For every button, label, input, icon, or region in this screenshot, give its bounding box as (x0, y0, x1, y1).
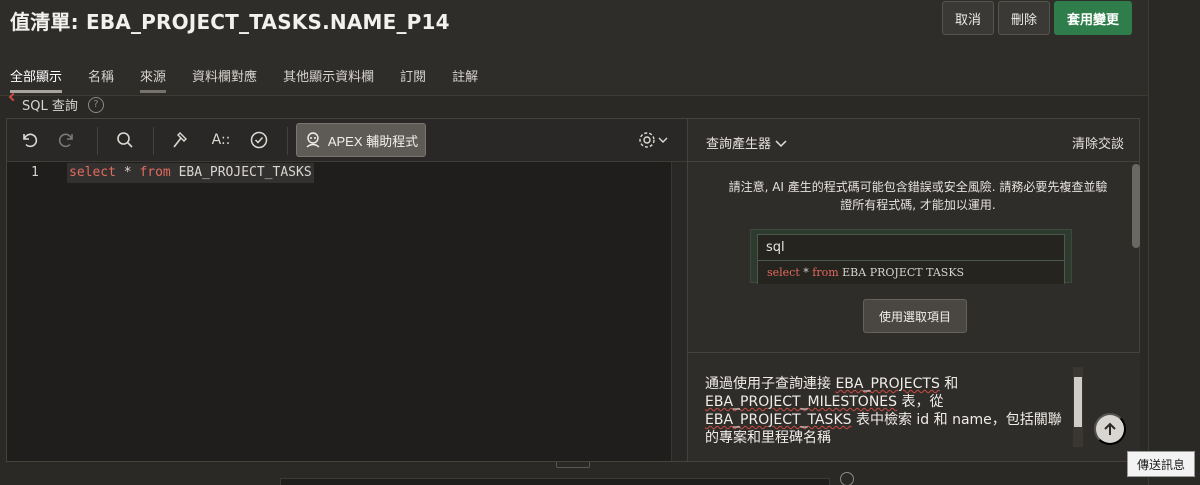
cancel-button[interactable]: 取消 (942, 1, 994, 35)
prompt-text: 表，從 (897, 394, 944, 410)
tab-comments[interactable]: 註解 (452, 66, 478, 93)
arrow-up-icon (1104, 422, 1116, 435)
apex-assistant-button[interactable]: APEX 輔助程式 (296, 123, 426, 157)
hammer-icon[interactable] (169, 128, 193, 152)
prompt-text: 和 (939, 376, 959, 392)
code-card-code[interactable]: select * from EBA PROJECT TASKS (767, 266, 964, 279)
editor-resize-handle[interactable] (556, 462, 590, 468)
section-tabs: 全部顯示 名稱 來源 資料欄對應 其他顯示資料欄 訂閱 註解 (10, 66, 504, 93)
prompt-text: EBA_PROJECTS (835, 376, 940, 392)
prompt-text: EBA_PROJECT_TASKS (705, 412, 852, 428)
redo-icon[interactable] (55, 128, 79, 152)
toolbar-divider (153, 127, 154, 155)
code-area[interactable]: 1 select * from EBA_PROJECT_TASKS (7, 162, 687, 461)
page-title: 值清單: EBA_PROJECT_TASKS.NAME_P14 (10, 10, 450, 34)
gear-icon[interactable] (635, 128, 671, 152)
chevron-down-icon (775, 139, 787, 147)
apex-assistant-label: APEX 輔助程式 (327, 133, 419, 149)
send-tooltip: 傳送訊息 (1127, 451, 1195, 477)
assistant-panel: 查詢產生器 清除交談 請注意, AI 產生的程式碼可能包含錯誤或安全風險. 請務… (687, 119, 1140, 461)
bottom-field (280, 478, 830, 485)
editor-toolbar: A:: APEX 輔助程式 (7, 119, 687, 162)
send-message-button[interactable] (1094, 413, 1126, 445)
prompt-text: EBA_PROJECT_MILESTONES (705, 394, 898, 410)
undo-icon[interactable] (17, 128, 41, 152)
assistant-icon (306, 132, 320, 148)
use-selection-button[interactable]: 使用選取項目 (863, 299, 967, 333)
code-text: * (799, 266, 813, 279)
code-card-title: sql (758, 235, 1064, 261)
tab-subscription[interactable]: 訂閱 (400, 66, 426, 93)
search-icon[interactable] (113, 128, 137, 152)
ai-warning-text: 請注意, AI 產生的程式碼可能包含錯誤或安全風險. 請務必要先複查並驗證所有程… (728, 180, 1108, 212)
tab-additional-display-columns[interactable]: 其他顯示資料欄 (283, 66, 374, 93)
right-side-strip (1148, 0, 1200, 485)
prompt-text: 通過使用子查詢連接 (705, 376, 836, 392)
prompt-area: 通過使用子查詢連接 EBA_PROJECTS 和 EBA_PROJECT_MIL… (688, 353, 1140, 461)
assistant-header: 查詢產生器 清除交談 (688, 119, 1140, 162)
text-format-icon[interactable]: A:: (209, 128, 233, 152)
code-text: EBA_PROJECT_TASKS (170, 165, 312, 180)
sql-query-label: SQL 查詢 (22, 99, 78, 114)
delete-button[interactable]: 刪除 (998, 1, 1050, 35)
toolbar-divider (97, 127, 98, 155)
apply-changes-button[interactable]: 套用變更 (1054, 1, 1132, 35)
code-card-inner: sql select * from EBA PROJECT TASKS (757, 234, 1065, 284)
question-circle-icon[interactable]: ? (87, 96, 104, 113)
sql-query-label-row: SQL 查詢 ? (10, 95, 104, 114)
tab-column-mapping[interactable]: 資料欄對應 (192, 66, 257, 93)
code-editor: A:: APEX 輔助程式 1 select * from EBA_PROJEC… (6, 118, 1140, 462)
page-header: 值清單: EBA_PROJECT_TASKS.NAME_P14 取消 刪除 套用… (0, 0, 1148, 96)
editor-scrollbar[interactable] (671, 162, 687, 461)
line-number: 1 (31, 165, 39, 180)
tab-show-all[interactable]: 全部顯示 (10, 66, 63, 93)
sql-keyword: from (812, 266, 839, 279)
line-gutter: 1 (7, 162, 57, 461)
sql-keyword: select (767, 266, 800, 279)
response-code-card: sql select * from EBA PROJECT TASKS (750, 229, 1072, 284)
prompt-scrollbar[interactable] (1073, 367, 1083, 447)
query-builder-dropdown[interactable]: 查詢產生器 (706, 133, 787, 152)
code-text: EBA PROJECT TASKS (838, 266, 965, 279)
info-circle-icon[interactable] (840, 472, 854, 485)
tab-source[interactable]: 來源 (140, 66, 167, 93)
assistant-messages: 請注意, AI 產生的程式碼可能包含錯誤或安全風險. 請務必要先複查並驗證所有程… (688, 162, 1140, 352)
assistant-scrollbar-thumb[interactable] (1132, 164, 1140, 248)
sql-keyword: select (69, 165, 116, 180)
query-builder-label: 查詢產生器 (706, 137, 772, 152)
prompt-scrollbar-thumb[interactable] (1074, 377, 1082, 427)
prompt-input[interactable]: 通過使用子查詢連接 EBA_PROJECTS 和 EBA_PROJECT_MIL… (705, 375, 1069, 447)
code-line[interactable]: select * from EBA_PROJECT_TASKS (67, 163, 314, 183)
tab-name[interactable]: 名稱 (88, 66, 114, 93)
page: 值清單: EBA_PROJECT_TASKS.NAME_P14 取消 刪除 套用… (0, 0, 1200, 485)
toolbar-divider (287, 127, 288, 155)
clear-conversation-button[interactable]: 清除交談 (1072, 133, 1124, 152)
code-text: * (115, 165, 140, 180)
sql-keyword: from (139, 165, 171, 180)
check-circle-icon[interactable] (247, 128, 271, 152)
assistant-scrollbar[interactable] (1132, 162, 1140, 352)
